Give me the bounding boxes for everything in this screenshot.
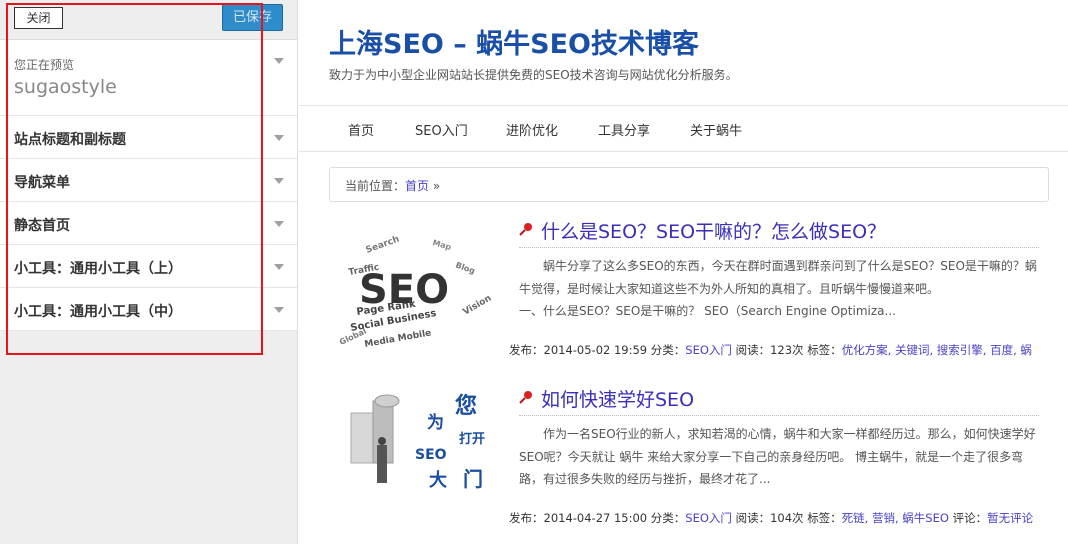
nav-item-advanced[interactable]: 进阶优化 [506,120,558,139]
section-label: 小工具：通用小工具（中） [14,304,182,320]
expand-arrow-icon[interactable] [274,58,284,64]
meta-published: 发布：2014-05-02 19:59 [509,343,648,357]
section-site-title[interactable]: 站点标题和副标题 [0,116,297,159]
thumb-char: 大 [429,469,447,491]
thumb-char: SEO [415,447,447,463]
theme-preview-section[interactable]: 您正在预览 sugaostyle [0,40,297,116]
breadcrumb-suffix: » [429,179,441,193]
thumb-char: 为 [427,412,444,433]
section-widgets-top[interactable]: 小工具：通用小工具（上） [0,245,297,288]
pin-icon [519,223,532,236]
nav-item-home[interactable]: 首页 [348,120,374,139]
thumb-char: 门 [463,467,483,491]
meta-comments-label: 评论： [952,511,988,525]
site-title[interactable]: 上海SEO – 蜗牛SEO技术博客 [329,22,699,61]
meta-tags-label: 标签： [807,343,842,357]
thumb-word: Map [431,238,452,252]
preview-label: 您正在预览 [14,58,75,72]
section-nav-menu[interactable]: 导航菜单 [0,159,297,202]
post-divider [519,247,1039,248]
thumb-word: Search [365,235,401,256]
customizer-sidebar: 关闭 已保存 您正在预览 sugaostyle 站点标题和副标题 导航菜单 静态… [0,0,298,544]
saved-button[interactable]: 已保存 [222,4,283,31]
post-excerpt: 作为一名SEO行业的新人，求知若渴的心情，蜗牛和大家一样都经历过。那么，如何快速… [519,427,1036,486]
section-widgets-middle[interactable]: 小工具：通用小工具（中） [0,288,297,331]
meta-comments-link[interactable]: 暂无评论 [987,511,1033,525]
thumb-word: Vision [462,293,494,317]
expand-arrow-icon[interactable] [274,307,284,313]
nav-item-tools[interactable]: 工具分享 [598,120,650,139]
meta-views: 阅读：104次 [735,511,804,525]
post-title-link[interactable]: 什么是SEO？SEO干嘛的？怎么做SEO？ [541,217,886,244]
post-excerpt: 蜗牛分享了这么多SEO的东西，今天在群时面遇到群亲问到了什么是SEO？SEO是干… [519,259,1037,296]
section-label: 小工具：通用小工具（上） [14,261,182,277]
breadcrumb-home-link[interactable]: 首页 [405,179,429,193]
meta-category-link[interactable]: SEO入门 [685,511,732,525]
sidebar-header: 关闭 已保存 [0,0,297,40]
post-divider [519,415,1039,416]
expand-arrow-icon[interactable] [274,221,284,227]
meta-tags-links[interactable]: 优化方案, 关键词, 搜索引擎, 百度, 蜗 [842,343,1032,357]
meta-tags-links[interactable]: 死链, 营销, 蜗牛SEO [842,511,949,525]
thumb-word: Blog [454,260,476,275]
nav-item-seo-intro[interactable]: SEO入门 [415,120,468,139]
seo-door-thumbnail[interactable]: 为 您 打开 SEO 大 门 [337,383,497,503]
post-item: 为 您 打开 SEO 大 门 如何快速学好SEO 作为一名SEO行业的新人，求知… [329,383,1049,533]
post-title-link[interactable]: 如何快速学好SEO [541,385,694,412]
sidebar-empty-area [0,331,297,544]
theme-name: sugaostyle [14,76,117,98]
breadcrumb-text: 当前位置：首页 » [345,177,440,194]
close-button[interactable]: 关闭 [14,7,63,29]
section-label: 导航菜单 [14,175,70,191]
thumb-word: Media Mobile [364,328,432,350]
post-meta: 发布：2014-04-27 15:00 分类：SEO入门 阅读：104次 标签：… [509,510,1041,526]
meta-tags-label: 标签： [807,511,842,525]
meta-published: 发布：2014-04-27 15:00 [509,511,648,525]
site-preview: 上海SEO – 蜗牛SEO技术博客 致力于为中小型企业网站站长提供免费的SEO技… [299,0,1068,544]
post-meta: 发布：2014-05-02 19:59 分类：SEO入门 阅读：123次 标签：… [509,342,1041,358]
thumb-char: 您 [455,393,477,419]
post-excerpt-continued: 一、什么是SEO？SEO是干嘛的？ SEO（Search Engine Opti… [519,304,896,318]
meta-category-link[interactable]: SEO入门 [685,343,732,357]
breadcrumb: 当前位置：首页 » [329,167,1049,202]
meta-category-label: 分类： [650,343,686,357]
meta-views: 阅读：123次 [735,343,804,357]
breadcrumb-prefix: 当前位置： [345,179,406,193]
thumb-char: 打开 [459,431,485,447]
section-static-front[interactable]: 静态首页 [0,202,297,245]
main-nav: 首页 SEO入门 进阶优化 工具分享 关于蜗牛 [299,105,1068,152]
nav-item-about[interactable]: 关于蜗牛 [690,120,742,139]
pin-icon [519,391,532,404]
section-label: 站点标题和副标题 [14,132,126,148]
expand-arrow-icon[interactable] [274,264,284,270]
meta-category-label: 分类： [650,511,686,525]
expand-arrow-icon[interactable] [274,135,284,141]
expand-arrow-icon[interactable] [274,178,284,184]
site-description: 致力于为中小型企业网站站长提供免费的SEO技术咨询与网站优化分析服务。 [329,68,738,82]
seo-wordcloud-thumbnail[interactable]: Search Map Traffic Blog SEO Page Rank So… [337,215,497,365]
section-label: 静态首页 [14,218,70,234]
post-item: Search Map Traffic Blog SEO Page Rank So… [329,215,1049,365]
